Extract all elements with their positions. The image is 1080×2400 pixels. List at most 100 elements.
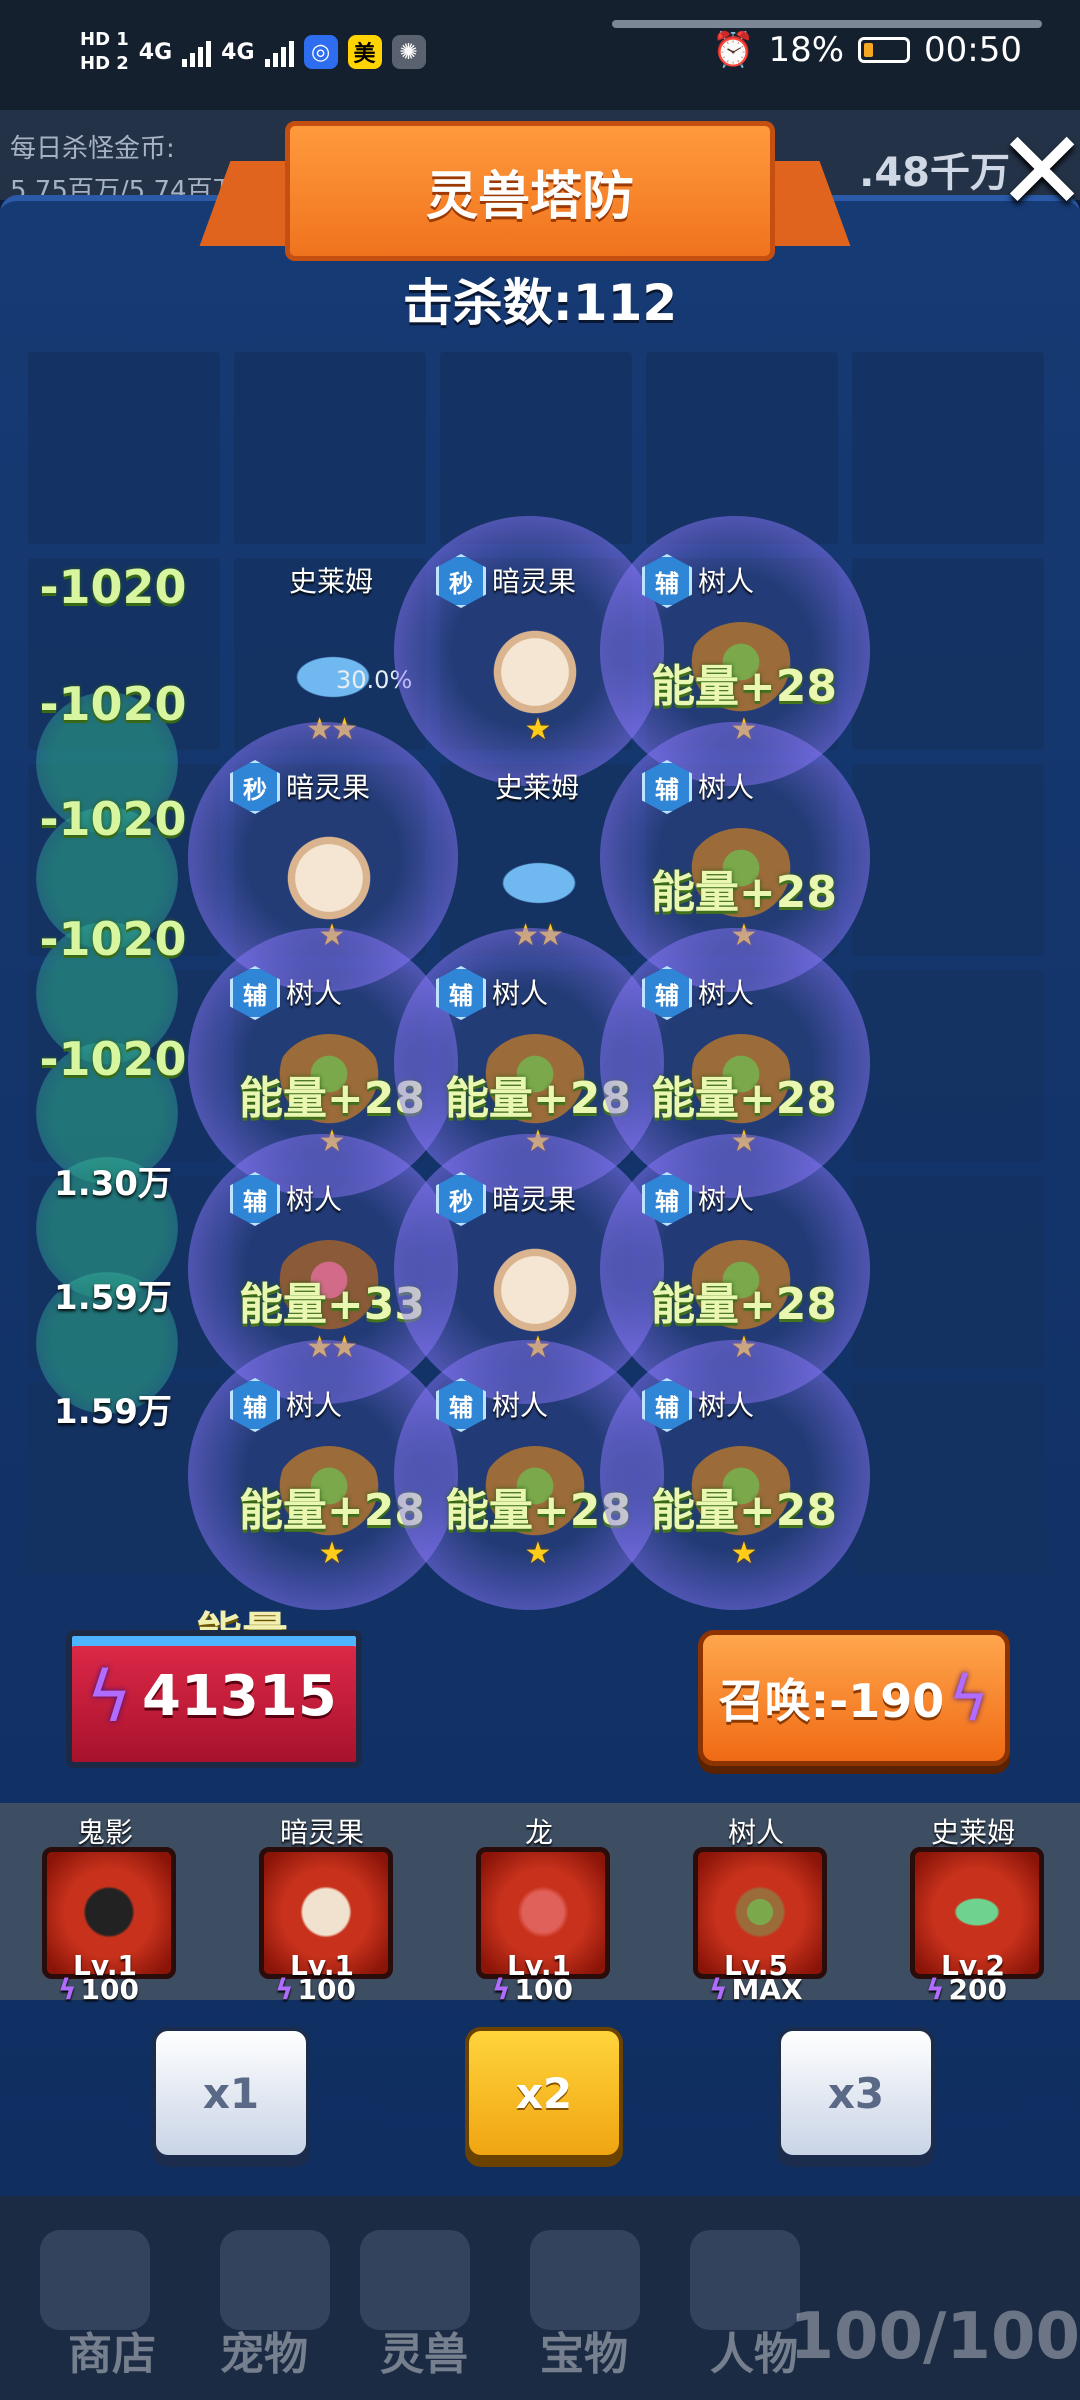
nav-character[interactable]: 人物 xyxy=(710,2318,798,2382)
unit-name: 史莱姆 xyxy=(494,771,579,804)
summon-label: 召唤:-190 xyxy=(718,1674,945,1728)
daily-gold-label: 每日杀怪金币: xyxy=(10,134,175,164)
lightning-icon: ϟ xyxy=(275,1973,294,2006)
summon-button[interactable]: 召唤:-190 ϟ xyxy=(698,1630,1010,1766)
modal-title: 灵兽塔防 xyxy=(285,121,775,261)
sim1-indicator: HD 1 xyxy=(80,29,129,50)
star-rating-icon: ★ xyxy=(524,712,552,747)
unit-name: 树人 xyxy=(286,977,343,1010)
energy-bonus-text: 能量+28 xyxy=(650,1073,838,1124)
shop-item-name: 鬼影 xyxy=(76,1816,133,1849)
pet-nav-icon xyxy=(220,2230,330,2330)
unit-name: 暗灵果 xyxy=(492,565,577,598)
shop-cost-value: 100 xyxy=(297,1973,356,2006)
unit-name: 树人 xyxy=(286,1183,343,1216)
board-cell[interactable] xyxy=(852,1176,1044,1368)
shop-item-cost: ϟ 100 xyxy=(275,1973,356,2006)
shop-item-name: 树人 xyxy=(727,1816,784,1849)
shop-item-slime[interactable]: 史莱姆 Lv.2 ϟ 200 xyxy=(898,1803,1048,2006)
board-cell[interactable] xyxy=(852,1382,1044,1574)
nav-beast[interactable]: 灵兽 xyxy=(380,2318,468,2382)
shop-item-cost: ϟ 100 xyxy=(58,1973,139,2006)
board-cell[interactable] xyxy=(852,970,1044,1162)
energy-bonus-text: 能量+28 xyxy=(650,1279,838,1330)
shop-item-name: 史莱姆 xyxy=(930,1816,1015,1849)
shop-item-treant[interactable]: 树人 Lv.5 ϟ MAX xyxy=(681,1803,831,2006)
damage-number: -1020 xyxy=(39,1032,187,1086)
shop-item-name: 暗灵果 xyxy=(279,1816,364,1849)
network-label-2: 4G xyxy=(221,39,255,65)
board-cell[interactable] xyxy=(28,352,220,544)
unit-name: 树人 xyxy=(698,1389,755,1422)
status-bar: HD 1 HD 2 4G 4G ◎ 美 ✺ ⏰ 18% 00:50 xyxy=(0,0,1080,110)
shop-cost-value: 100 xyxy=(80,1973,139,2006)
nav-count: 100/100 xyxy=(789,2300,1080,2374)
shop-item-dragon[interactable]: 龙 Lv.1 ϟ 100 xyxy=(464,1803,614,2006)
lightning-icon: ϟ xyxy=(926,1973,945,2006)
damage-number: -1020 xyxy=(39,560,187,614)
battery-icon xyxy=(858,37,911,63)
fruit-sprite-icon xyxy=(480,1240,590,1340)
unit-name: 树人 xyxy=(492,1389,549,1422)
beast-nav-icon xyxy=(360,2230,470,2330)
battle-board: -1020 -1020 -1020 -1020 -1020 1.30万 1.59… xyxy=(28,352,1053,1610)
shop-item-dark-fruit[interactable]: 暗灵果 Lv.1 ϟ 100 xyxy=(247,1803,397,2006)
gesture-handle xyxy=(612,20,1042,28)
energy-bonus-text: 能量+28 xyxy=(650,867,838,918)
shop-cost-value: 100 xyxy=(514,1973,573,2006)
speed-x2-button[interactable]: x2 xyxy=(465,2027,623,2159)
bottom-nav: 商店 宠物 灵兽 宝物 人物 100/100 xyxy=(0,2190,1080,2400)
shop-nav-icon xyxy=(40,2230,150,2330)
notification-icon: ◎ xyxy=(303,35,338,69)
unit-name: 树人 xyxy=(698,1183,755,1216)
board-cell[interactable] xyxy=(234,352,426,544)
battery-percent: 18% xyxy=(768,30,845,70)
unit-name: 暗灵果 xyxy=(286,771,371,804)
star-rating-icon: ★ xyxy=(730,1536,758,1571)
enemy-hp: 1.59万 xyxy=(54,1278,172,1318)
signal-icon xyxy=(182,37,212,67)
shop-cost-value: MAX xyxy=(731,1973,803,2006)
energy-counter: ϟ 41315 xyxy=(66,1630,362,1768)
alarm-icon: ⏰ xyxy=(712,30,755,70)
unit-name: 树人 xyxy=(698,977,755,1010)
unit-shop: 鬼影 Lv.1 ϟ 100 暗灵果 Lv.1 ϟ 100 龙 Lv.1 ϟ 100 树… xyxy=(0,1803,1080,2006)
speed-x3-button[interactable]: x3 xyxy=(777,2027,935,2159)
shop-item-cost: ϟ 100 xyxy=(492,1973,573,2006)
clock: 00:50 xyxy=(924,30,1022,70)
unit-name: 树人 xyxy=(286,1389,343,1422)
status-left: HD 1 HD 2 4G 4G ◎ 美 ✺ xyxy=(80,28,426,76)
shop-item-cost: ϟ MAX xyxy=(709,1973,803,2006)
damage-number: -1020 xyxy=(39,677,187,731)
board-cell[interactable] xyxy=(852,352,1044,544)
audio-icon: ✺ xyxy=(391,35,426,69)
nav-pet[interactable]: 宠物 xyxy=(220,2318,308,2382)
unit-name: 树人 xyxy=(698,565,755,598)
speed-x1-button[interactable]: x1 xyxy=(152,2027,310,2159)
close-icon[interactable]: ✕ xyxy=(996,116,1080,226)
network-label: 4G xyxy=(138,39,173,65)
signal-icon-2 xyxy=(264,37,294,67)
fruit-sprite-icon xyxy=(274,828,384,928)
energy-bonus-text: 能量+28 xyxy=(650,1485,838,1536)
enemy-hp: 1.30万 xyxy=(54,1164,172,1204)
fruit-sprite-icon xyxy=(480,622,590,722)
shop-item-cost: ϟ 200 xyxy=(926,1973,1007,2006)
background-value: .48千万 xyxy=(859,150,1010,196)
status-right: ⏰ 18% 00:50 xyxy=(712,30,1022,70)
nav-shop[interactable]: 商店 xyxy=(68,2318,156,2382)
slime-sprite-icon xyxy=(494,858,584,908)
sim2-indicator: HD 2 xyxy=(80,53,129,74)
unit-name: 史莱姆 xyxy=(288,565,373,598)
unit-name: 暗灵果 xyxy=(492,1183,577,1216)
board-cell[interactable] xyxy=(852,558,1044,750)
lightning-icon: ϟ xyxy=(709,1973,728,2006)
nav-treasure[interactable]: 宝物 xyxy=(540,2318,628,2382)
unit-card[interactable]: 辅树人能量+28★ xyxy=(600,1340,870,1610)
shop-item-ghost[interactable]: 鬼影 Lv.1 ϟ 100 xyxy=(30,1803,180,2006)
lightning-icon: ϟ xyxy=(948,1661,990,1735)
energy-bonus-text: 能量+28 xyxy=(650,661,838,712)
unit-name: 树人 xyxy=(492,977,549,1010)
board-cell[interactable] xyxy=(852,764,1044,956)
star-rating-icon: ★ xyxy=(524,1536,552,1571)
